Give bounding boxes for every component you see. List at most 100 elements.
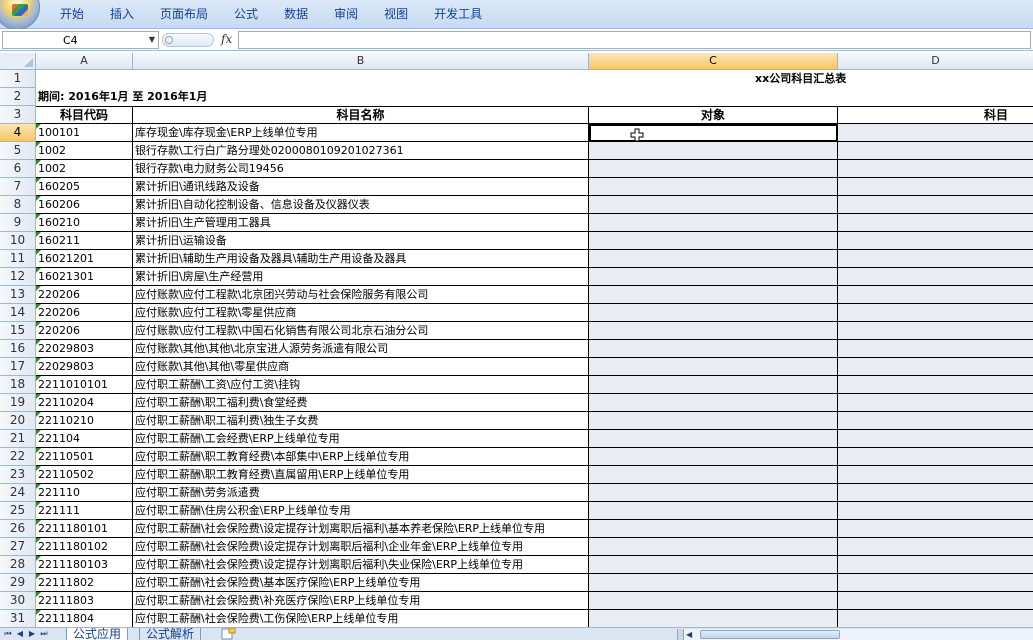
tab-home[interactable]: 开始 (47, 0, 97, 29)
cell-subject[interactable] (838, 610, 1033, 627)
cell-object[interactable] (589, 502, 838, 520)
first-sheet-icon[interactable]: ⏮ (2, 628, 14, 640)
column-header-c[interactable]: C (589, 53, 838, 70)
cell-object[interactable] (589, 358, 838, 376)
cell-code[interactable]: 2211180102 (36, 538, 133, 556)
cell-code[interactable]: 22110502 (36, 466, 133, 484)
cell-subject[interactable] (838, 520, 1033, 538)
cell-object[interactable] (589, 448, 838, 466)
tab-developer[interactable]: 开发工具 (421, 0, 495, 29)
cell-object[interactable] (589, 556, 838, 574)
column-header-b[interactable]: B (133, 53, 589, 70)
cell-name[interactable]: 银行存款\电力财务公司19456 (133, 160, 589, 178)
row-header[interactable]: 26 (0, 520, 36, 538)
cell-code[interactable]: 220206 (36, 304, 133, 322)
chevron-down-icon[interactable]: ▼ (149, 35, 155, 44)
cell-object[interactable] (589, 574, 838, 592)
cell-name[interactable]: 应付职工薪酬\社会保险费\补充医疗保险\ERP上线单位专用 (133, 592, 589, 610)
cell-code[interactable]: 160206 (36, 196, 133, 214)
cell-subject[interactable] (838, 502, 1033, 520)
row-header[interactable]: 2 (0, 88, 36, 106)
scroll-thumb[interactable] (700, 630, 840, 639)
cell-subject[interactable] (838, 178, 1033, 196)
row-header[interactable]: 1 (0, 70, 36, 88)
cell-name[interactable]: 库存现金\库存现金\ERP上线单位专用 (133, 124, 589, 142)
tab-page-layout[interactable]: 页面布局 (147, 0, 221, 29)
formula-input[interactable] (238, 31, 1031, 49)
cell-object[interactable] (589, 430, 838, 448)
cell-code[interactable]: 22111803 (36, 592, 133, 610)
row-header[interactable]: 7 (0, 178, 36, 196)
tab-formulas[interactable]: 公式 (221, 0, 271, 29)
office-button[interactable] (0, 0, 40, 30)
select-all-button[interactable] (0, 53, 36, 70)
cell-name[interactable]: 应付职工薪酬\劳务派遣费 (133, 484, 589, 502)
row-header[interactable]: 16 (0, 340, 36, 358)
cell-code[interactable]: 100101 (36, 124, 133, 142)
cell-code[interactable]: 22111802 (36, 574, 133, 592)
cell-subject[interactable] (838, 556, 1033, 574)
cell-code[interactable]: 1002 (36, 160, 133, 178)
cell-object[interactable] (589, 322, 838, 340)
row-header[interactable]: 14 (0, 304, 36, 322)
cell-object[interactable] (589, 178, 838, 196)
row-header[interactable]: 21 (0, 430, 36, 448)
row-header[interactable]: 23 (0, 466, 36, 484)
cell-subject[interactable] (838, 376, 1033, 394)
row-header[interactable]: 12 (0, 268, 36, 286)
row-header[interactable]: 19 (0, 394, 36, 412)
cell-name[interactable]: 应付账款\应付工程款\北京团兴劳动与社会保险服务有限公司 (133, 286, 589, 304)
cell-subject[interactable] (838, 358, 1033, 376)
row-header[interactable]: 30 (0, 592, 36, 610)
cell-code[interactable]: 2211010101 (36, 376, 133, 394)
cell-name[interactable]: 应付职工薪酬\职工教育经费\直属留用\ERP上线单位专用 (133, 466, 589, 484)
cell-name[interactable]: 应付职工薪酬\职工福利费\独生子女费 (133, 412, 589, 430)
row-header[interactable]: 15 (0, 322, 36, 340)
next-sheet-icon[interactable]: ▶ (26, 628, 38, 640)
last-sheet-icon[interactable]: ⏭ (38, 628, 50, 640)
cell-subject[interactable] (838, 322, 1033, 340)
cell-code[interactable]: 22029803 (36, 340, 133, 358)
cell-subject[interactable] (838, 484, 1033, 502)
row-header[interactable]: 24 (0, 484, 36, 502)
cell-subject[interactable] (838, 538, 1033, 556)
cell-code[interactable]: 160205 (36, 178, 133, 196)
cell-object[interactable] (589, 196, 838, 214)
scroll-left-icon[interactable]: ◀ (686, 629, 692, 640)
cell-subject[interactable] (838, 304, 1033, 322)
cell-name[interactable]: 应付账款\应付工程款\零星供应商 (133, 304, 589, 322)
cell-name[interactable]: 应付职工薪酬\职工福利费\食堂经费 (133, 394, 589, 412)
cell-subject[interactable] (838, 214, 1033, 232)
cell-code[interactable]: 22029803 (36, 358, 133, 376)
cell-object[interactable] (589, 520, 838, 538)
row-header[interactable]: 20 (0, 412, 36, 430)
row-header[interactable]: 9 (0, 214, 36, 232)
cell-name[interactable]: 应付职工薪酬\职工教育经费\本部集中\ERP上线单位专用 (133, 448, 589, 466)
cell-object[interactable] (589, 592, 838, 610)
cell-subject[interactable] (838, 124, 1033, 142)
cell-object[interactable] (589, 376, 838, 394)
row-header[interactable]: 31 (0, 610, 36, 627)
cell-name[interactable]: 累计折旧\通讯线路及设备 (133, 178, 589, 196)
cell-subject[interactable] (838, 592, 1033, 610)
cell-name[interactable]: 应付账款\其他\其他\北京宝进人源劳务派遣有限公司 (133, 340, 589, 358)
cell-name[interactable]: 应付职工薪酬\社会保险费\设定提存计划离职后福利\基本养老保险\ERP上线单位专… (133, 520, 589, 538)
cell-object[interactable] (589, 160, 838, 178)
cell-code[interactable]: 2211180103 (36, 556, 133, 574)
cell-object[interactable] (589, 268, 838, 286)
tab-review[interactable]: 审阅 (321, 0, 371, 29)
row-header[interactable]: 5 (0, 142, 36, 160)
cell-object[interactable] (589, 610, 838, 627)
cell-object[interactable] (589, 232, 838, 250)
cell-object[interactable] (589, 412, 838, 430)
cell-code[interactable]: 1002 (36, 142, 133, 160)
cell-subject[interactable] (838, 466, 1033, 484)
cell-object[interactable] (589, 394, 838, 412)
split-handle[interactable] (678, 629, 684, 640)
cell-subject[interactable] (838, 394, 1033, 412)
column-header-d[interactable]: D (838, 53, 1033, 70)
cell-object[interactable] (589, 214, 838, 232)
sheet-tab-formula-parse[interactable]: 公式解析 (139, 628, 202, 640)
cell-code[interactable]: 160210 (36, 214, 133, 232)
cell-object[interactable] (589, 286, 838, 304)
